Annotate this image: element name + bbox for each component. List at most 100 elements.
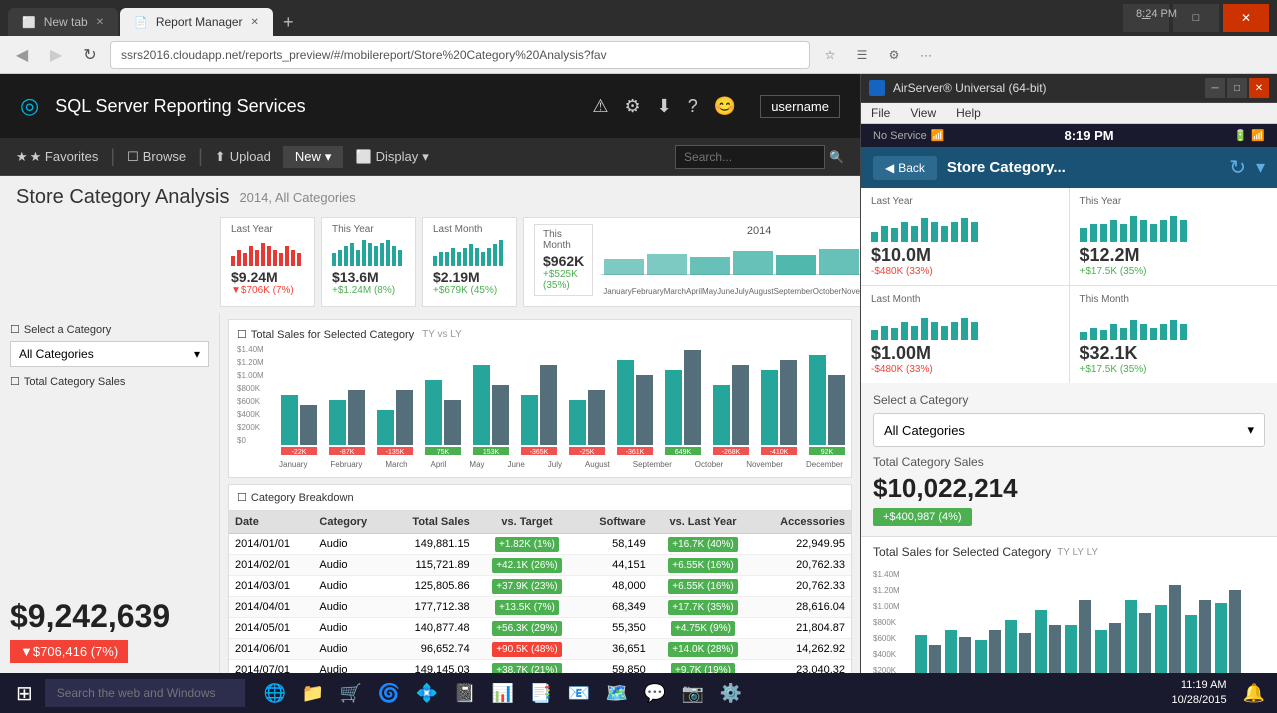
phone-refresh-icon[interactable]: ↻ (1229, 155, 1246, 180)
cell-category: Audio (313, 639, 388, 660)
search-input[interactable] (675, 145, 825, 169)
taskbar-app-vs[interactable]: 💠 (409, 675, 445, 711)
gear-icon[interactable]: ⚙ (625, 96, 641, 117)
kpi-this-year[interactable]: This Year $13.6M +$1.24M (8%) (321, 217, 416, 307)
timeline-svg (601, 239, 860, 284)
nav-new[interactable]: New ▾ (283, 146, 344, 168)
forward-button[interactable]: ▶ (42, 41, 70, 69)
taskbar-app-onenote[interactable]: 📓 (447, 675, 483, 711)
mobile-kpi-tm-value: $32.1K (1080, 343, 1268, 364)
mobile-chart-title-row: Total Sales for Selected Category TY LY … (873, 545, 1265, 559)
maximize-button[interactable]: □ (1173, 4, 1219, 32)
taskbar-app-excel[interactable]: 📊 (485, 675, 521, 711)
taskbar-app-control[interactable]: ⚙️ (713, 675, 749, 711)
cell-date: 2014/07/01 (229, 660, 313, 674)
taskbar-search[interactable] (45, 679, 245, 707)
timeline-chart: 2014 (601, 225, 860, 296)
kpi-last-year[interactable]: Last Year $9.24M ▼$706K (7%) (220, 217, 315, 307)
svg-text:-365K: -365K (530, 449, 549, 455)
mobile-kpi-ly[interactable]: Last Year $10.0M -$480K (33%) (861, 188, 1069, 285)
tab-reportmgr[interactable]: 📄 Report Manager ✕ (120, 8, 273, 36)
tab-reportmgr-close-icon[interactable]: ✕ (251, 17, 259, 28)
cell-vs-target: +37.9K (23%) (476, 576, 578, 597)
search-icon[interactable]: 🔍 (829, 150, 844, 164)
mobile-kpi-tm-change: +$17.5K (35%) (1080, 364, 1268, 375)
kpi-last-month[interactable]: Last Month $2.19M +$679K (45%) (422, 217, 517, 307)
taskbar-app-browser[interactable]: 🌀 (371, 675, 407, 711)
upload-icon: ⬆ (215, 149, 226, 165)
cell-total: 177,712.38 (389, 597, 476, 618)
help-icon[interactable]: ? (688, 96, 698, 117)
address-toolbar: ◀ ▶ ↻ ssrs2016.cloudapp.net/reports_prev… (0, 36, 1277, 74)
close-button[interactable]: ✕ (1223, 4, 1269, 32)
cell-vs-target: +1.82K (1%) (476, 534, 578, 555)
new-tab-button[interactable]: + (275, 8, 302, 36)
cell-accessories: 20,762.33 (754, 555, 851, 576)
taskbar-app-outlook[interactable]: 📧 (561, 675, 597, 711)
mobile-minimize[interactable]: ─ (1205, 78, 1225, 98)
mobile-maximize[interactable]: □ (1227, 78, 1247, 98)
refresh-button[interactable]: ↻ (76, 41, 104, 69)
kpi-tm-label: This Month (543, 229, 584, 251)
more-icon[interactable]: ··· (912, 41, 940, 69)
nav-display[interactable]: ⬜ Display ▾ (355, 149, 428, 165)
back-button[interactable]: ◀ (8, 41, 36, 69)
taskbar-app-explorer[interactable]: 📁 (295, 675, 331, 711)
display-chevron-icon: ▾ (422, 149, 429, 165)
mobile-kpi-ly-change: -$480K (33%) (871, 266, 1059, 277)
taskbar-app-edge[interactable]: 🌐 (257, 675, 293, 711)
menu-view[interactable]: View (910, 106, 936, 120)
alert-icon[interactable]: ⚠ (592, 96, 608, 117)
bar-chart-container: $1.40M$1.20M$1.00M$800K$600K$400K$200K$0 (237, 345, 843, 469)
start-button[interactable]: ⊞ (8, 681, 41, 706)
breakdown-title: ☐ Category Breakdown (229, 485, 851, 511)
cell-accessories: 21,804.87 (754, 618, 851, 639)
hub-icon[interactable]: ☰ (848, 41, 876, 69)
nav-favorites[interactable]: ★ ★ Favorites (16, 149, 98, 165)
nav-search[interactable]: 🔍 (675, 145, 844, 169)
cell-accessories: 23,040.32 (754, 660, 851, 674)
phone-more-icon[interactable]: ▾ (1256, 157, 1265, 178)
mobile-close[interactable]: ✕ (1249, 78, 1269, 98)
wifi-icon: 📶 (931, 129, 945, 142)
ssrs-title: SQL Server Reporting Services (55, 96, 576, 117)
mobile-kpi-lm[interactable]: Last Month $1.00M -$480K (33%) (861, 286, 1069, 383)
taskbar-app-camera[interactable]: 📷 (675, 675, 711, 711)
mobile-window-controls: ─ □ ✕ (1205, 78, 1269, 98)
kpi-tm-card[interactable]: This Month $962K +$525K (35%) (534, 224, 593, 296)
svg-text:$400K: $400K (873, 650, 897, 659)
tab-close-icon[interactable]: ✕ (96, 17, 104, 28)
category-dropdown[interactable]: All Categories ▾ (10, 341, 209, 367)
cell-software: 44,151 (578, 555, 652, 576)
checkbox-icon: ☐ (10, 323, 20, 336)
cell-vs-ly: +4.75K (9%) (652, 618, 754, 639)
mobile-dropdown-chevron: ▾ (1247, 422, 1254, 438)
taskbar-app-skype[interactable]: 💬 (637, 675, 673, 711)
taskbar-app-store[interactable]: 🛒 (333, 675, 369, 711)
tab-newtab[interactable]: ⬜ New tab ✕ (8, 8, 118, 36)
toolbar-icons: ☆ ☰ ⚙ ··· (816, 41, 940, 69)
nav-upload[interactable]: ⬆ Upload (215, 149, 271, 165)
taskbar-app-maps[interactable]: 🗺️ (599, 675, 635, 711)
notification-area[interactable]: 🔔 (1239, 683, 1269, 704)
header-icons: ⚠ ⚙ ⬇ ? 😊 (592, 96, 736, 117)
mobile-kpi-ty[interactable]: This Year $12.2M +$17.5K (35%) (1070, 188, 1277, 285)
user-icon[interactable]: 😊 (714, 96, 736, 117)
download-icon[interactable]: ⬇ (657, 96, 672, 117)
phone-status-bar: No Service 📶 8:19 PM 🔋 📶 (861, 124, 1277, 147)
nav-browse[interactable]: ☐ Browse (127, 149, 186, 165)
mobile-kpi-ty-value: $12.2M (1080, 245, 1268, 266)
address-bar[interactable]: ssrs2016.cloudapp.net/reports_preview/#/… (110, 41, 810, 69)
mobile-kpi-tm[interactable]: This Month $32.1K +$17.5K (35%) (1070, 286, 1277, 383)
menu-help[interactable]: Help (956, 106, 981, 120)
mobile-category-dropdown[interactable]: All Categories ▾ (873, 413, 1265, 447)
menu-file[interactable]: File (871, 106, 890, 120)
ssrs-panel: ◎ SQL Server Reporting Services ⚠ ⚙ ⬇ ? … (0, 74, 860, 673)
star-icon[interactable]: ☆ (816, 41, 844, 69)
settings-icon[interactable]: ⚙ (880, 41, 908, 69)
tab-reportmgr-icon: 📄 (134, 16, 148, 29)
ssrs-header: ◎ SQL Server Reporting Services ⚠ ⚙ ⬇ ? … (0, 74, 860, 138)
phone-back-button[interactable]: ◀ Back (873, 156, 937, 180)
big-change-badge: ▼$706,416 (7%) (10, 640, 128, 663)
taskbar-app-ppt[interactable]: 📑 (523, 675, 559, 711)
